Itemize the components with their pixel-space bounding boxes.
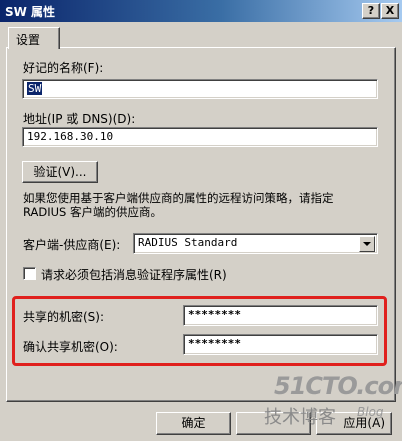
address-label: 地址(IP 或 DNS)(D):: [23, 112, 136, 126]
watermark-blog: Blog: [357, 405, 384, 419]
address-input[interactable]: 192.168.30.10: [22, 127, 378, 147]
vendor-dropdown[interactable]: RADIUS Standard: [133, 233, 378, 254]
vendor-label: 客户端-供应商(E):: [23, 238, 121, 252]
watermark-tagline: 技术博客: [264, 407, 336, 428]
title-bar[interactable]: [0, 0, 402, 22]
watermark-site: 51CTO.com: [274, 372, 402, 400]
message-authenticator-label[interactable]: 请求必须包括消息验证程序属性(R): [41, 266, 227, 283]
friendly-name-value: SW: [27, 82, 43, 95]
close-button[interactable]: X: [381, 3, 399, 19]
friendly-name-input[interactable]: SW: [22, 79, 378, 99]
confirm-secret-input[interactable]: ********: [183, 334, 378, 355]
window-title: SW 属性: [5, 5, 56, 19]
chevron-down-icon: [363, 242, 371, 246]
help-button[interactable]: ?: [362, 3, 380, 19]
vendor-description: 如果您使用基于客户端供应商的属性的远程访问策略，请指定 RADIUS 客户端的供…: [23, 191, 334, 219]
ok-button[interactable]: 确定: [156, 412, 231, 435]
tab-settings-label: 设置: [16, 33, 41, 47]
dropdown-arrow-button[interactable]: [359, 236, 375, 252]
tab-settings[interactable]: 设置: [8, 27, 60, 49]
shared-secret-input[interactable]: ********: [183, 305, 378, 326]
verify-button[interactable]: 验证(V)...: [22, 161, 98, 183]
vendor-value: RADIUS Standard: [138, 236, 238, 249]
shared-secret-label: 共享的机密(S):: [23, 310, 105, 324]
message-authenticator-checkbox[interactable]: [23, 267, 36, 280]
confirm-secret-label: 确认共享机密(O):: [23, 340, 118, 354]
friendly-name-label: 好记的名称(F):: [23, 61, 104, 75]
